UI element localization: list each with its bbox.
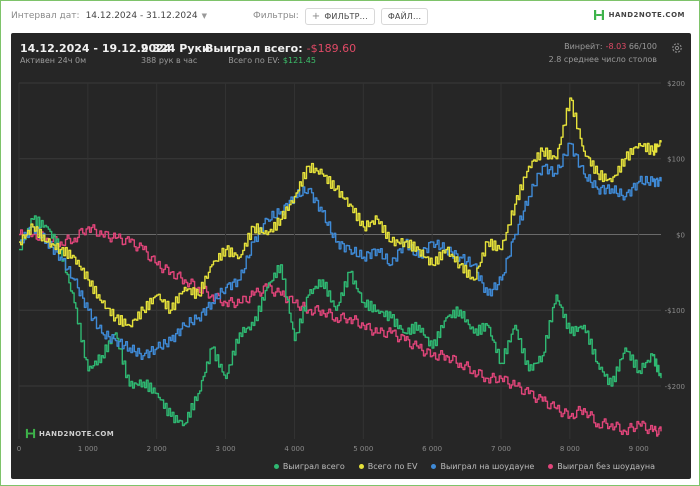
x-tick-label: 2 000 bbox=[147, 445, 167, 453]
legend-item[interactable]: Выиграл без шоудауна bbox=[548, 462, 655, 471]
x-tick-label: 1 000 bbox=[78, 445, 98, 453]
toolbar: Интервал дат: 14.12.2024 - 31.12.2024 ▼ … bbox=[1, 1, 699, 31]
filter-button[interactable]: + ФИЛЬТР... bbox=[304, 7, 375, 25]
series-line-2 bbox=[19, 142, 662, 360]
y-tick-label: -$200 bbox=[665, 383, 685, 391]
legend-item[interactable]: Выиграл всего bbox=[273, 462, 345, 471]
x-tick-label: 0 bbox=[17, 445, 21, 453]
legend-label: Всего по EV bbox=[367, 462, 418, 471]
legend-dot-icon bbox=[548, 464, 554, 469]
filter-button-label: ФИЛЬТР... bbox=[324, 11, 368, 21]
legend-dot-icon bbox=[358, 464, 364, 469]
interval-label: Интервал дат: bbox=[11, 11, 80, 21]
graph-panel: 14.12.2024 - 19.12.2024 Активен 24ч 0м 9… bbox=[11, 33, 691, 479]
hand2note-logo-icon bbox=[25, 428, 36, 439]
legend-item[interactable]: Всего по EV bbox=[358, 462, 418, 471]
file-button-label: ФАЙЛ... bbox=[387, 11, 422, 21]
app-window: Интервал дат: 14.12.2024 - 31.12.2024 ▼ … bbox=[0, 0, 700, 486]
file-button[interactable]: ФАЙЛ... bbox=[380, 7, 429, 25]
hand2note-logo-icon bbox=[593, 10, 604, 20]
x-tick-label: 7 000 bbox=[491, 445, 511, 453]
y-tick-label: -$100 bbox=[665, 307, 685, 315]
brand-logo: HAND2NOTE.COM bbox=[593, 9, 685, 21]
brand-text: HAND2NOTE.COM bbox=[608, 11, 685, 19]
watermark-text: HAND2NOTE.COM bbox=[39, 429, 115, 438]
watermark: HAND2NOTE.COM bbox=[25, 428, 114, 439]
legend-label: Выиграл всего bbox=[282, 462, 345, 471]
legend-dot-icon bbox=[431, 464, 437, 469]
series-line-1 bbox=[19, 97, 662, 328]
chevron-down-icon[interactable]: ▼ bbox=[202, 12, 207, 20]
series-line-3 bbox=[19, 224, 662, 437]
filters-label: Фильтры: bbox=[252, 11, 299, 21]
winnings-chart: $200 $100 $0 -$100 -$200 0 1 000 2 000 3 000 4 00… bbox=[17, 80, 685, 453]
plus-icon: + bbox=[311, 10, 321, 22]
x-tick-label: 8 000 bbox=[560, 445, 580, 453]
x-tick-label: 4 000 bbox=[284, 445, 304, 453]
legend-label: Выиграл на шоудауне bbox=[440, 462, 535, 471]
y-tick-label: $200 bbox=[667, 80, 685, 88]
interval-select[interactable]: 14.12.2024 - 31.12.2024 bbox=[86, 11, 198, 21]
legend-dot-icon bbox=[273, 464, 279, 469]
legend-item[interactable]: Выиграл на шоудауне bbox=[431, 462, 534, 471]
x-tick-label: 3 000 bbox=[216, 445, 236, 453]
y-tick-label: $0 bbox=[676, 231, 685, 239]
y-tick-label: $100 bbox=[667, 156, 685, 164]
x-tick-label: 5 000 bbox=[353, 445, 373, 453]
x-tick-label: 9 000 bbox=[629, 445, 649, 453]
chart-legend: Выиграл всего Всего по EV Выиграл на шоуда… bbox=[260, 462, 655, 471]
x-tick-label: 6 000 bbox=[422, 445, 442, 453]
legend-label: Выиграл без шоудауна bbox=[557, 462, 655, 471]
